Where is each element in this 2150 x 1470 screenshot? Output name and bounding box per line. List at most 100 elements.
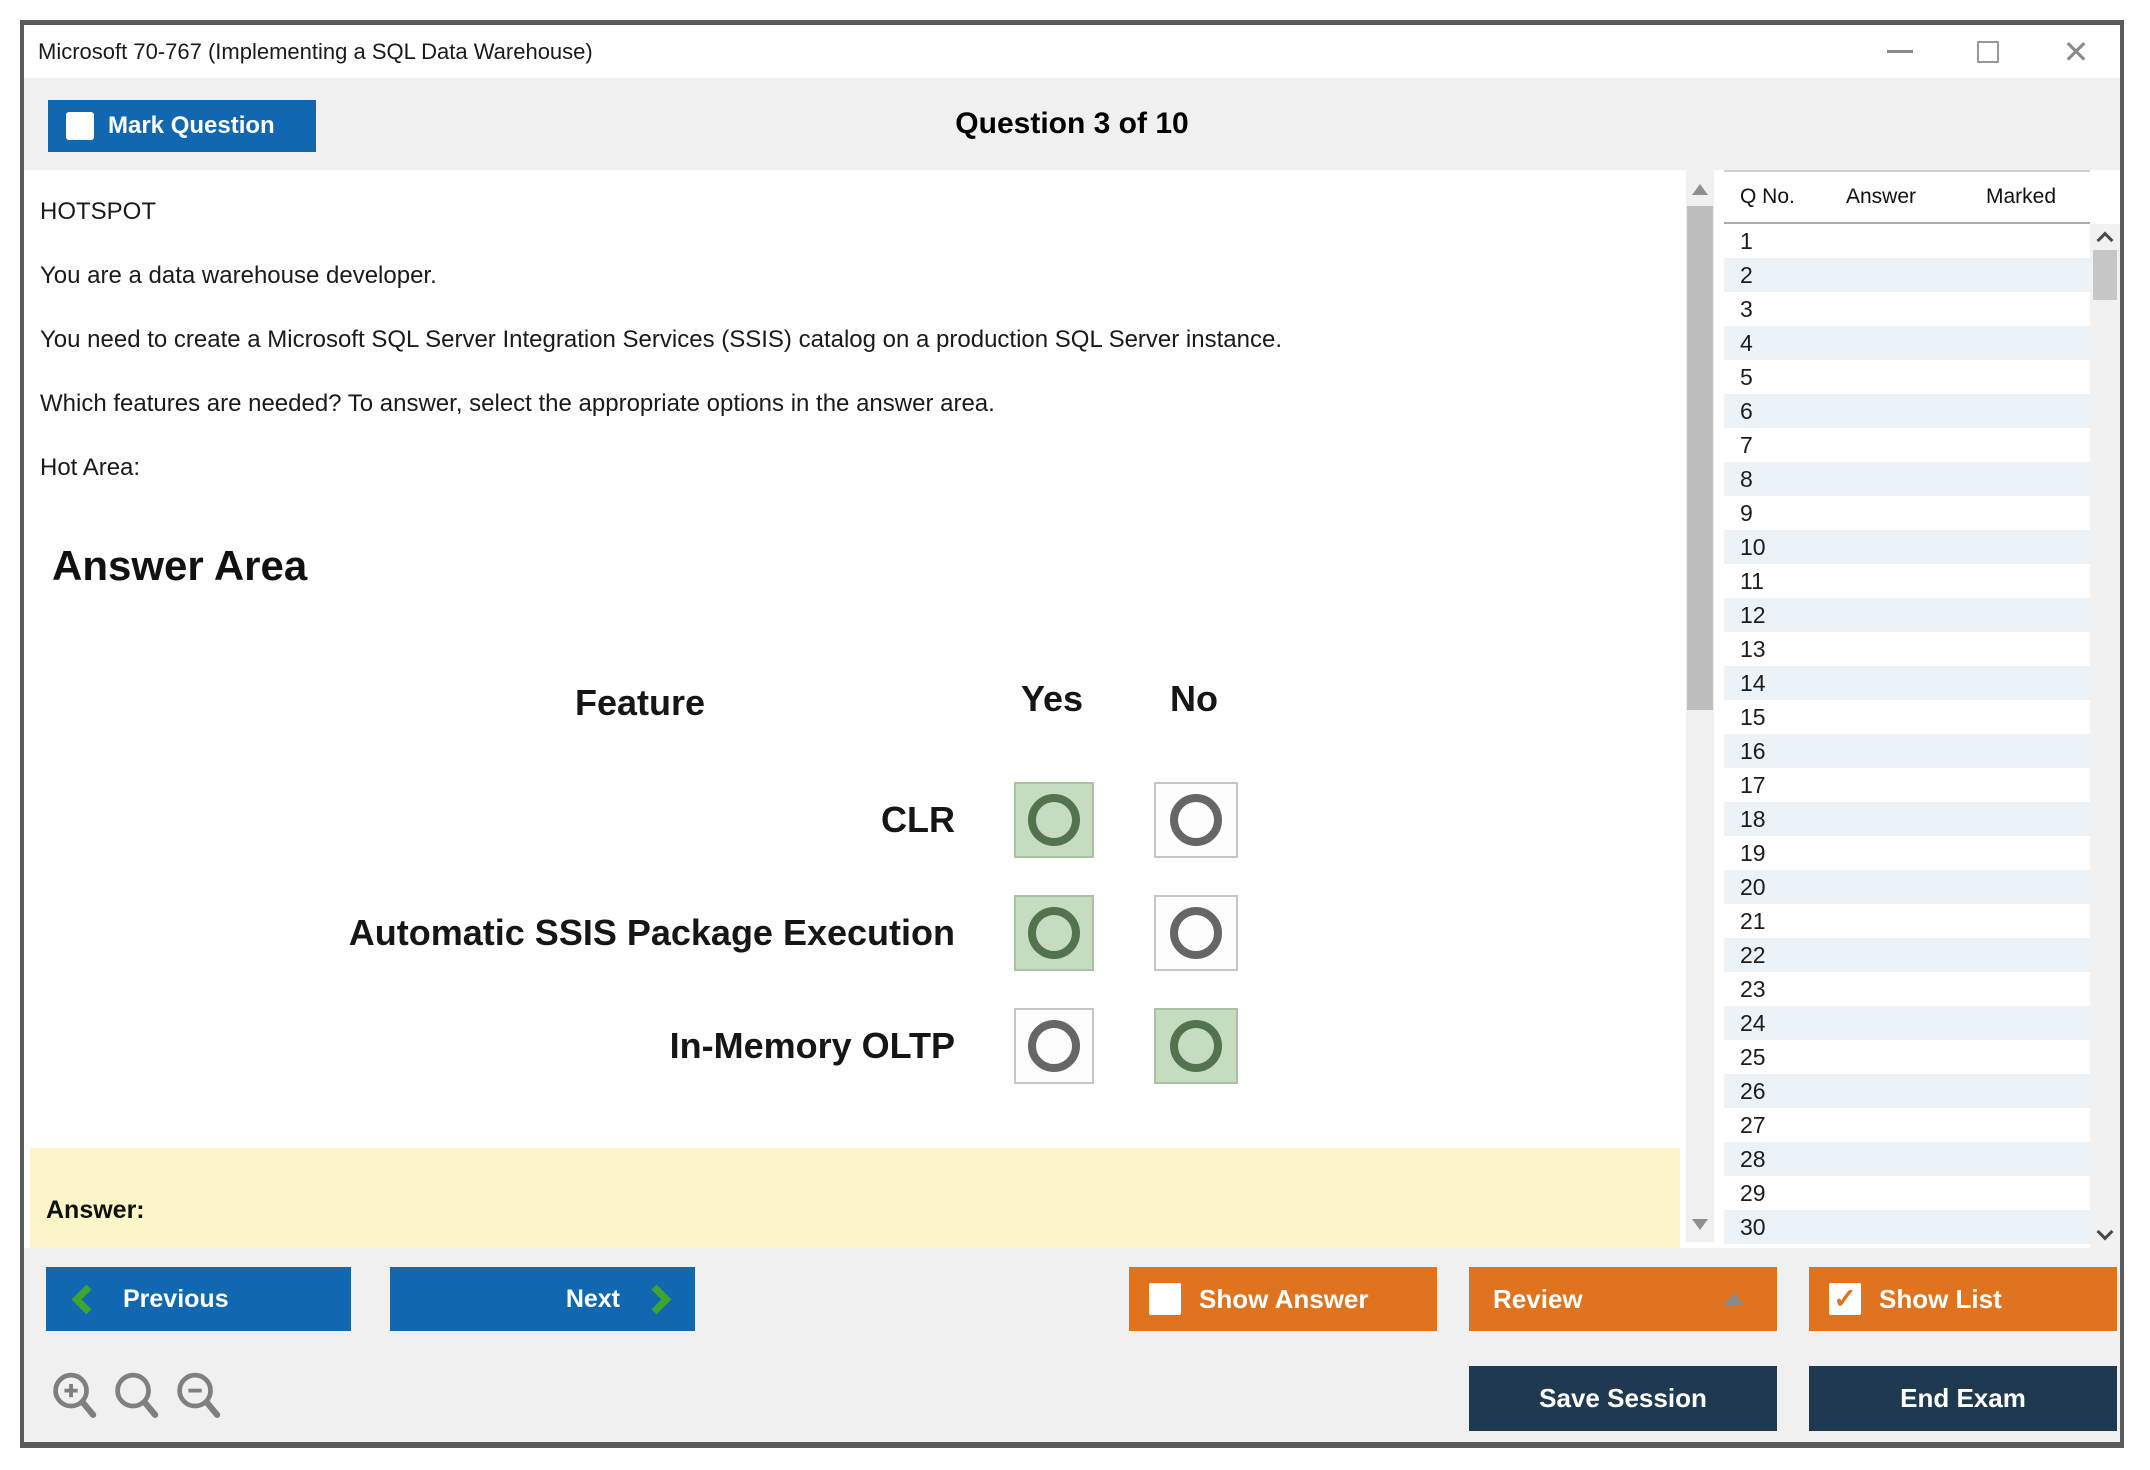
- list-scroll-up-icon[interactable]: [2097, 232, 2114, 249]
- question-row[interactable]: 9: [1724, 496, 2090, 530]
- answer-label: Answer:: [46, 1196, 145, 1225]
- question-row[interactable]: 7: [1724, 428, 2090, 462]
- question-row[interactable]: 28: [1724, 1142, 2090, 1176]
- column-header-marked: Marked: [1936, 185, 2090, 209]
- review-label: Review: [1493, 1284, 1583, 1315]
- question-paragraphs: HOTSPOTYou are a data warehouse develope…: [40, 198, 1660, 518]
- maximize-icon: [1977, 41, 1999, 63]
- radio-yes-option[interactable]: [1014, 1008, 1094, 1084]
- scroll-up-arrow-icon[interactable]: [1692, 184, 1708, 195]
- list-scrollbar-thumb[interactable]: [2093, 250, 2117, 300]
- question-paragraph: You are a data warehouse developer.: [40, 262, 1660, 290]
- scroll-down-arrow-icon[interactable]: [1692, 1219, 1708, 1230]
- radio-yes-option[interactable]: [1014, 782, 1094, 858]
- zoom-out-icon: [174, 1370, 222, 1420]
- question-row[interactable]: 12: [1724, 598, 2090, 632]
- question-number-cell: 26: [1724, 1078, 1826, 1105]
- question-row[interactable]: 14: [1724, 666, 2090, 700]
- maximize-button[interactable]: [1972, 32, 2004, 72]
- question-number-cell: 30: [1724, 1214, 1826, 1241]
- column-header-qno: Q No.: [1724, 185, 1826, 209]
- question-row[interactable]: 25: [1724, 1040, 2090, 1074]
- footer-bar: Previous Next Show Answer Review ✓ Show …: [24, 1248, 2120, 1442]
- question-row[interactable]: 27: [1724, 1108, 2090, 1142]
- window-controls: ✕: [1884, 25, 2092, 78]
- zoom-reset-button[interactable]: [112, 1370, 160, 1423]
- no-column-header: No: [1170, 678, 1218, 720]
- question-number-cell: 16: [1724, 738, 1826, 765]
- radio-ring-icon: [1170, 1020, 1222, 1072]
- question-row[interactable]: 17: [1724, 768, 2090, 802]
- question-row[interactable]: 1: [1724, 224, 2090, 258]
- question-row[interactable]: 18: [1724, 802, 2090, 836]
- question-row[interactable]: 22: [1724, 938, 2090, 972]
- question-row[interactable]: 19: [1724, 836, 2090, 870]
- question-number-cell: 24: [1724, 1010, 1826, 1037]
- question-number-cell: 12: [1724, 602, 1826, 629]
- question-row[interactable]: 16: [1724, 734, 2090, 768]
- question-row[interactable]: 26: [1724, 1074, 2090, 1108]
- question-row[interactable]: 2: [1724, 258, 2090, 292]
- question-row[interactable]: 13: [1724, 632, 2090, 666]
- question-row[interactable]: 20: [1724, 870, 2090, 904]
- radio-no-option[interactable]: [1154, 895, 1238, 971]
- exam-app-window: Microsoft 70-767 (Implementing a SQL Dat…: [0, 0, 2150, 1470]
- answer-strip: Answer:: [30, 1148, 1680, 1248]
- question-row[interactable]: 24: [1724, 1006, 2090, 1040]
- radio-ring-icon: [1028, 794, 1080, 846]
- question-number-cell: 6: [1724, 398, 1826, 425]
- question-number-cell: 25: [1724, 1044, 1826, 1071]
- question-row[interactable]: 10: [1724, 530, 2090, 564]
- question-number-cell: 11: [1724, 568, 1826, 595]
- answer-area-title: Answer Area: [52, 542, 307, 590]
- feature-label: CLR: [24, 799, 955, 841]
- radio-no-option[interactable]: [1154, 1008, 1238, 1084]
- zoom-toolbar: [50, 1370, 222, 1423]
- end-exam-button[interactable]: End Exam: [1809, 1366, 2117, 1431]
- question-number-cell: 23: [1724, 976, 1826, 1003]
- question-list-panel: Q No. Answer Marked 12345678910111213141…: [1724, 170, 2120, 1248]
- main-scrollbar-thumb[interactable]: [1687, 206, 1713, 710]
- radio-ring-icon: [1028, 907, 1080, 959]
- save-session-button[interactable]: Save Session: [1469, 1366, 1777, 1431]
- show-list-button[interactable]: ✓ Show List: [1809, 1267, 2117, 1331]
- next-button[interactable]: Next: [390, 1267, 695, 1331]
- question-number-cell: 29: [1724, 1180, 1826, 1207]
- review-button[interactable]: Review: [1469, 1267, 1777, 1331]
- feature-label: Automatic SSIS Package Execution: [24, 912, 955, 954]
- question-row[interactable]: 30: [1724, 1210, 2090, 1244]
- question-row[interactable]: 15: [1724, 700, 2090, 734]
- question-row[interactable]: 29: [1724, 1176, 2090, 1210]
- show-answer-checkbox[interactable]: [1149, 1283, 1181, 1315]
- question-row[interactable]: 11: [1724, 564, 2090, 598]
- mark-question-button[interactable]: Mark Question: [48, 100, 316, 152]
- end-exam-label: End Exam: [1900, 1383, 2026, 1414]
- radio-no-option[interactable]: [1154, 782, 1238, 858]
- show-answer-button[interactable]: Show Answer: [1129, 1267, 1437, 1331]
- question-row[interactable]: 23: [1724, 972, 2090, 1006]
- previous-button[interactable]: Previous: [46, 1267, 351, 1331]
- close-icon: ✕: [2063, 36, 2090, 68]
- main-scrollbar[interactable]: [1686, 170, 1714, 1242]
- question-number-cell: 20: [1724, 874, 1826, 901]
- question-row[interactable]: 6: [1724, 394, 2090, 428]
- list-scroll-down-icon[interactable]: [2097, 1224, 2114, 1241]
- zoom-in-button[interactable]: [50, 1370, 98, 1423]
- question-row[interactable]: 3: [1724, 292, 2090, 326]
- show-list-checkbox[interactable]: ✓: [1829, 1283, 1861, 1315]
- question-number-cell: 28: [1724, 1146, 1826, 1173]
- list-scrollbar[interactable]: [2090, 224, 2120, 1248]
- question-row[interactable]: 5: [1724, 360, 2090, 394]
- mark-question-checkbox[interactable]: [66, 112, 94, 140]
- header-bar: Mark Question Question 3 of 10: [24, 78, 2120, 170]
- close-button[interactable]: ✕: [2060, 32, 2092, 72]
- question-row[interactable]: 8: [1724, 462, 2090, 496]
- radio-yes-option[interactable]: [1014, 895, 1094, 971]
- question-row[interactable]: 21: [1724, 904, 2090, 938]
- question-number-cell: 27: [1724, 1112, 1826, 1139]
- question-number-cell: 8: [1724, 466, 1826, 493]
- question-row[interactable]: 4: [1724, 326, 2090, 360]
- zoom-out-button[interactable]: [174, 1370, 222, 1423]
- minimize-button[interactable]: [1884, 32, 1916, 72]
- magnifier-icon: [112, 1370, 160, 1420]
